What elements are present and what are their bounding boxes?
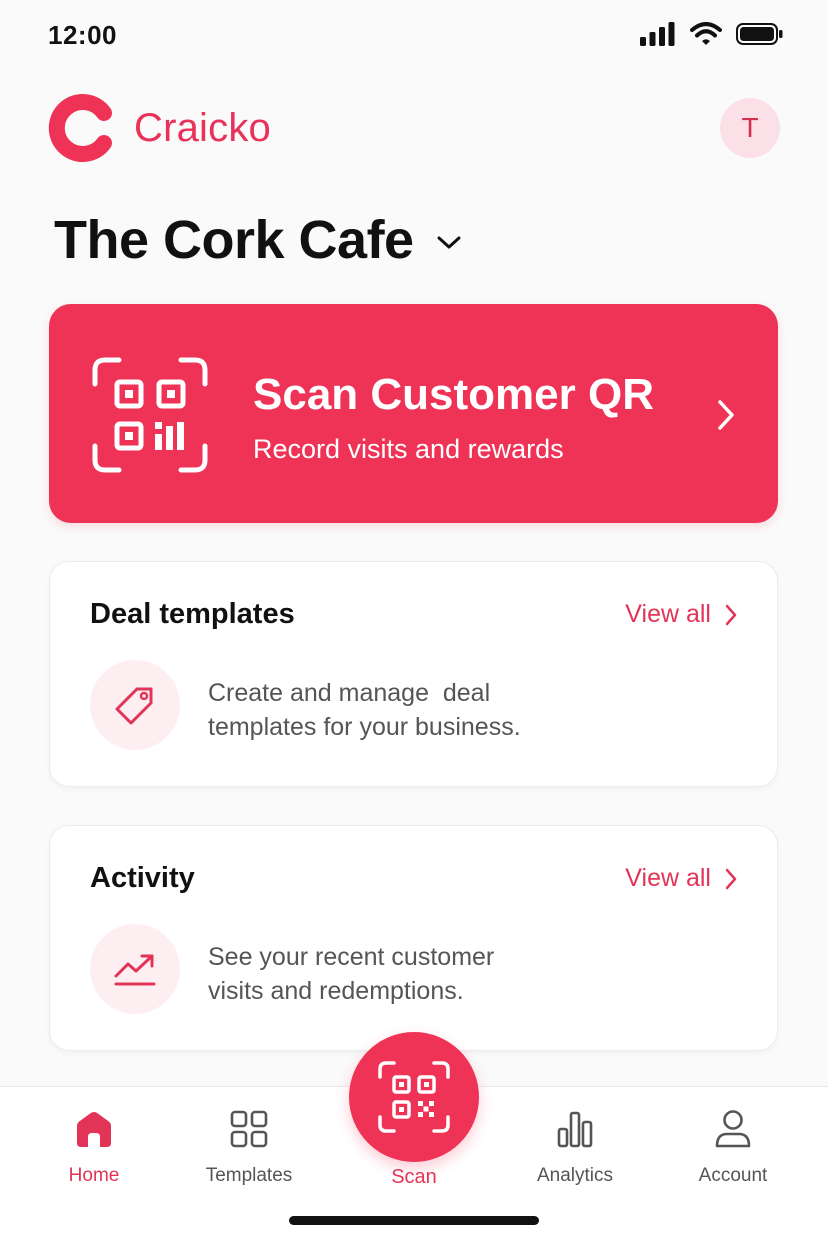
card-description-line: templates for your business. xyxy=(208,713,521,741)
home-icon xyxy=(77,1112,111,1147)
card-title: Activity xyxy=(90,862,195,894)
card-description-line: Create and manage deal xyxy=(208,679,491,707)
avatar-initial: T xyxy=(741,112,759,143)
scan-customer-qr-card[interactable]: Scan Customer QR Record visits and rewar… xyxy=(49,304,778,523)
scan-label[interactable]: Scan xyxy=(349,1166,479,1189)
nav-item-account[interactable]: Account xyxy=(668,1107,798,1187)
battery-icon xyxy=(736,23,783,45)
business-selector[interactable]: The Cork Cafe xyxy=(54,205,462,275)
scan-card-subtitle: Record visits and rewards xyxy=(253,434,564,464)
card-description: Create and manage deal templates for you… xyxy=(208,676,628,744)
card-icon-container xyxy=(90,924,180,1014)
view-all-activity-link[interactable]: View all xyxy=(625,864,737,893)
view-all-deal-templates-link[interactable]: View all xyxy=(625,600,737,629)
chevron-down-icon xyxy=(437,236,461,249)
nav-label: Analytics xyxy=(536,1165,614,1186)
home-indicator xyxy=(289,1216,539,1225)
nav-item-home[interactable]: Home xyxy=(29,1107,159,1187)
nav-item-analytics[interactable]: Analytics xyxy=(510,1107,640,1187)
logo-icon xyxy=(48,94,112,162)
bar-chart-icon xyxy=(557,1111,593,1148)
view-all-label: View all xyxy=(625,864,711,892)
nav-label: Templates xyxy=(205,1165,293,1186)
business-name: The Cork Cafe xyxy=(54,210,414,270)
activity-card: Activity View all See your recent custom… xyxy=(49,825,778,1051)
status-icons xyxy=(640,22,784,46)
chevron-right-icon xyxy=(725,604,737,625)
status-bar: 12:00 xyxy=(0,0,828,72)
qr-code-icon xyxy=(92,357,208,473)
user-icon xyxy=(715,1110,751,1148)
brand-name: Craicko xyxy=(134,106,271,150)
wifi-icon xyxy=(690,22,722,45)
card-title: Deal templates xyxy=(90,598,295,630)
chevron-right-icon xyxy=(725,868,737,889)
status-time: 12:00 xyxy=(48,20,117,50)
card-icon-container xyxy=(90,660,180,750)
nav-label: Home xyxy=(68,1165,120,1186)
view-all-label: View all xyxy=(625,600,711,628)
deal-templates-card: Deal templates View all Create and manag… xyxy=(49,561,778,787)
cellular-signal-icon xyxy=(640,22,675,46)
chevron-right-icon xyxy=(718,400,734,430)
qr-scan-icon xyxy=(378,1061,450,1133)
tag-icon xyxy=(115,687,153,725)
avatar[interactable]: T xyxy=(720,98,780,158)
nav-item-templates[interactable]: Templates xyxy=(184,1107,314,1187)
card-description-line: See your recent customer xyxy=(208,943,495,971)
scan-card-title: Scan Customer QR xyxy=(253,370,654,419)
trending-up-icon xyxy=(114,954,156,986)
card-description-line: visits and redemptions. xyxy=(208,977,464,1005)
app-header: Craicko T xyxy=(48,92,780,164)
nav-label: Account xyxy=(698,1165,768,1186)
grid-icon xyxy=(230,1110,268,1148)
scan-fab-button[interactable] xyxy=(349,1032,479,1162)
card-description: See your recent customer visits and rede… xyxy=(208,940,628,1008)
